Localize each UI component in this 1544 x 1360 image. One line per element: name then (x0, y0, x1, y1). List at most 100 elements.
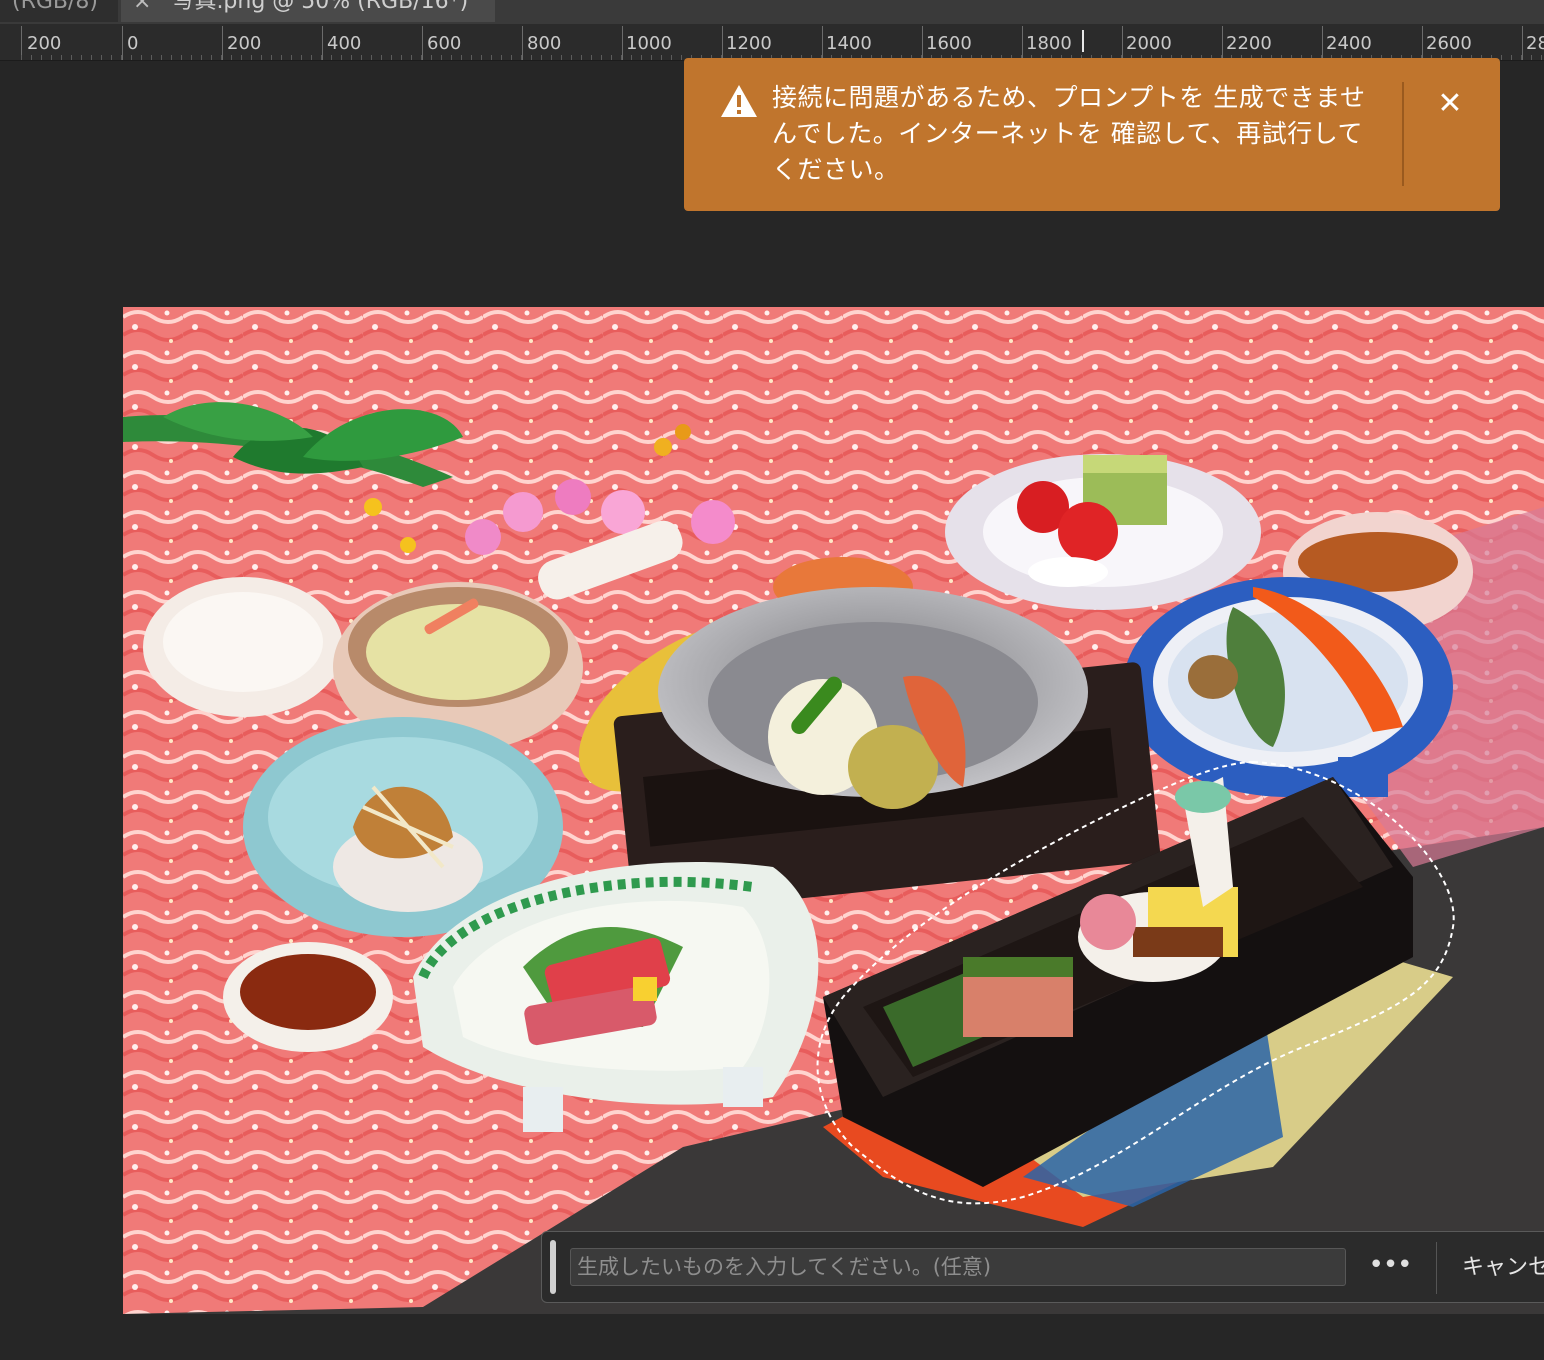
ruler-tick (411, 55, 412, 60)
ruler-tick (261, 55, 262, 60)
ruler-tick (41, 55, 42, 60)
ruler-label: 400 (327, 33, 362, 54)
ruler-tick (631, 55, 632, 60)
ruler-tick (571, 55, 572, 60)
horizontal-ruler[interactable]: 200 0 200 400 600 800 1000 1200 1400 160… (0, 24, 1544, 61)
ruler-label: 1400 (826, 33, 872, 54)
toast-close-button[interactable]: ✕ (1432, 86, 1468, 122)
ruler-tick (1521, 55, 1522, 60)
ruler-label: 28 (1526, 33, 1544, 54)
ruler-tick (1541, 55, 1542, 60)
ruler-tick (561, 55, 562, 60)
ruler-tick (61, 55, 62, 60)
ruler-tick (121, 55, 122, 60)
ruler-tick (181, 55, 182, 60)
document-tab-bar: (RGB/8) × 写真.png @ 50% (RGB/16*) (0, 0, 1544, 24)
ruler-label: 2200 (1226, 33, 1272, 54)
ruler-tick (431, 55, 432, 60)
ruler-tick (511, 55, 512, 60)
ruler-label: 2600 (1426, 33, 1472, 54)
ruler-tick (31, 55, 32, 60)
tab-close-icon[interactable]: × (133, 0, 151, 14)
ruler-tick (111, 55, 112, 60)
ruler-tick (451, 55, 452, 60)
ruler-tick (1501, 55, 1502, 60)
ruler-tick (241, 55, 242, 60)
ruler-tick (621, 55, 622, 60)
ruler-label: 2400 (1326, 33, 1372, 54)
ruler-tick (521, 55, 522, 60)
ruler-tick (671, 55, 672, 60)
ruler-tick (151, 55, 152, 60)
ruler-tick (71, 55, 72, 60)
ruler-tick (421, 55, 422, 60)
ruler-tick (391, 55, 392, 60)
ruler-tick (291, 55, 292, 60)
ruler-tick (171, 55, 172, 60)
ruler-tick (281, 55, 282, 60)
ruler-tick (91, 55, 92, 60)
ruler-tick (51, 55, 52, 60)
ruler-tick (441, 55, 442, 60)
ruler-tick (681, 55, 682, 60)
food-photo-image[interactable] (123, 307, 1544, 1314)
ruler-tick (221, 55, 222, 60)
ruler-tick (311, 55, 312, 60)
tab-label: 写真.png @ 50% (RGB/16*) (172, 0, 469, 14)
ruler-tick (531, 55, 532, 60)
ruler-tick (131, 55, 132, 60)
ruler-tick (251, 55, 252, 60)
document-tab-active[interactable]: × 写真.png @ 50% (RGB/16*) (121, 0, 495, 22)
ruler-tick (81, 55, 82, 60)
ruler-tick (661, 55, 662, 60)
ruler-tick (611, 55, 612, 60)
prompt-input[interactable] (570, 1248, 1346, 1286)
prompt-bar-divider (1436, 1242, 1437, 1294)
ruler-label: 1000 (626, 33, 672, 54)
generative-prompt-bar: ••• キャンセ (541, 1231, 1544, 1303)
drag-handle[interactable] (550, 1240, 556, 1294)
ruler-tick (351, 55, 352, 60)
ruler-tick (201, 55, 202, 60)
ruler-tick (381, 55, 382, 60)
toast-message: 接続に問題があるため、プロンプトを 生成できませんでした。インターネットを 確認… (772, 83, 1366, 184)
ruler-label: 800 (527, 33, 562, 54)
ruler-tick (191, 55, 192, 60)
ruler-tick (581, 55, 582, 60)
ruler-tick (211, 55, 212, 60)
ruler-tick (591, 55, 592, 60)
ruler-tick (491, 55, 492, 60)
ruler-tick (541, 55, 542, 60)
ruler-tick (461, 55, 462, 60)
ruler-tick (551, 55, 552, 60)
ruler-tick (1511, 55, 1512, 60)
ruler-tick (21, 55, 22, 60)
ruler-label: 600 (427, 33, 462, 54)
connection-error-toast: 接続に問題があるため、プロンプトを 生成できませんでした。インターネットを 確認… (684, 58, 1500, 211)
ruler-label: 0 (127, 33, 139, 54)
warning-triangle-icon (721, 85, 757, 117)
ruler-label: 200 (227, 33, 262, 54)
ruler-tick (601, 55, 602, 60)
ruler-tick (231, 55, 232, 60)
ruler-tick (401, 55, 402, 60)
ruler-label: 2000 (1126, 33, 1172, 54)
ruler-tick (361, 55, 362, 60)
ruler-tick (271, 55, 272, 60)
ruler-tick (471, 55, 472, 60)
ruler-tick (301, 55, 302, 60)
cancel-button[interactable]: キャンセ (1462, 1250, 1544, 1286)
ruler-tick (641, 55, 642, 60)
ruler-label: 1600 (926, 33, 972, 54)
more-options-button[interactable]: ••• (1368, 1250, 1412, 1286)
ruler-tick (101, 55, 102, 60)
toast-divider (1402, 82, 1404, 186)
ruler-tick (1531, 55, 1532, 60)
ruler-tick (321, 55, 322, 60)
ruler-tick (341, 55, 342, 60)
ruler-label: 200 (27, 33, 62, 54)
ruler-tick (651, 55, 652, 60)
ruler-tick (161, 55, 162, 60)
document-tab[interactable]: (RGB/8) (0, 0, 118, 22)
ruler-tick (331, 55, 332, 60)
